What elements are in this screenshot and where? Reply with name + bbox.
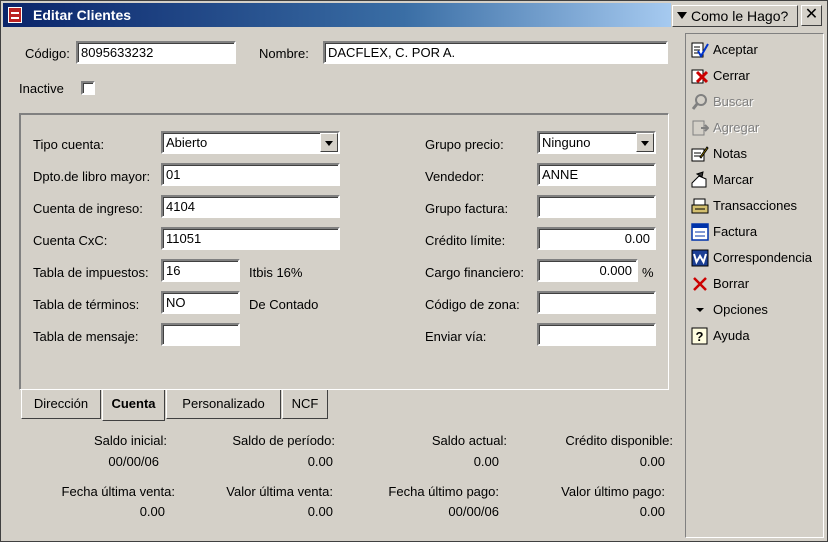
app-icon <box>8 7 22 23</box>
cuenta-cxc-field[interactable]: 11051 <box>161 227 340 250</box>
tab-direccion[interactable]: Dirección <box>21 390 101 419</box>
sidebar-item-label: Opciones <box>713 302 768 317</box>
cuenta-ingreso-field[interactable]: 4104 <box>161 195 340 218</box>
close-window-button[interactable]: ✕ <box>801 5 822 26</box>
tipo-cuenta-select[interactable]: Abierto <box>161 131 340 154</box>
cargo-financiero-label: Cargo financiero: <box>425 265 524 280</box>
delete-icon <box>693 277 707 291</box>
saldo-inicial-label: Saldo inicial: <box>94 433 167 448</box>
saldo-actual-value: 0.00 <box>473 454 499 469</box>
sidebar-item-label: Marcar <box>713 172 754 187</box>
sidebar-item-label: Factura <box>713 224 758 239</box>
sidebar-item-label: Agregar <box>713 120 760 135</box>
enviar-via-label: Enviar vía: <box>425 329 487 344</box>
inactive-checkbox[interactable] <box>81 81 95 95</box>
add-icon <box>692 120 709 136</box>
codigo-zona-label: Código de zona: <box>425 297 520 312</box>
sidebar-item-label: Borrar <box>713 276 750 291</box>
sidebar-item-label: Correspondencia <box>713 250 813 265</box>
cargo-financiero-field[interactable]: 0.000 <box>537 259 638 282</box>
credito-limite-field[interactable]: 0.00 <box>537 227 656 250</box>
tabla-mensaje-field[interactable] <box>161 323 240 346</box>
enviar-via-field[interactable] <box>537 323 656 346</box>
tabla-impuestos-desc: Itbis 16% <box>249 265 303 280</box>
transactions-icon <box>691 198 709 214</box>
grupo-precio-label: Grupo precio: <box>425 137 504 152</box>
sidebar-item-label: Ayuda <box>713 328 750 343</box>
chevron-down-icon[interactable] <box>636 133 654 152</box>
credito-disponible-label: Crédito disponible: <box>565 433 673 448</box>
invoice-icon <box>691 223 709 241</box>
mark-icon <box>691 171 707 188</box>
editar-clientes-window: Editar Clientes Como le Hago? ✕ Código: … <box>0 0 828 542</box>
search-icon <box>691 94 707 110</box>
vendedor-label: Vendedor: <box>425 169 485 184</box>
how-to-button[interactable]: Como le Hago? <box>672 5 798 27</box>
tab-cuenta[interactable]: Cuenta <box>102 390 165 421</box>
tabla-terminos-field[interactable]: NO <box>161 291 240 314</box>
cuenta-cxc-label: Cuenta CxC: <box>33 233 108 248</box>
codigo-zona-field[interactable] <box>537 291 656 314</box>
cargo-financiero-unit: % <box>642 265 654 280</box>
word-icon <box>691 249 709 267</box>
tabla-terminos-desc: De Contado <box>249 297 319 312</box>
dpto-field[interactable]: 01 <box>161 163 340 186</box>
fecha-ultima-venta-value: 0.00 <box>139 504 165 519</box>
sidebar-item-label: Cerrar <box>713 68 750 83</box>
inactive-label: Inactive <box>19 81 64 96</box>
nombre-field[interactable]: DACFLEX, C. POR A. <box>323 41 668 64</box>
valor-ultimo-pago-label: Valor último pago: <box>561 484 665 499</box>
window-title: Editar Clientes <box>33 7 132 23</box>
nombre-label: Nombre: <box>259 46 309 61</box>
valor-ultima-venta-value: 0.00 <box>307 504 333 519</box>
dropdown-arrow-icon <box>677 12 687 19</box>
notes-icon <box>691 146 709 162</box>
credito-disponible-value: 0.00 <box>639 454 665 469</box>
tab-personalizado[interactable]: Personalizado <box>166 390 281 419</box>
saldo-actual-label: Saldo actual: <box>431 433 507 448</box>
tabla-impuestos-label: Tabla de impuestos: <box>33 265 149 280</box>
codigo-field[interactable]: 8095633232 <box>76 41 236 64</box>
sidebar-item-label: Transacciones <box>713 198 798 213</box>
tipo-cuenta-value: Abierto <box>166 135 208 150</box>
codigo-label: Código: <box>25 46 70 61</box>
svg-text:?: ? <box>696 329 704 344</box>
grupo-factura-label: Grupo factura: <box>425 201 509 216</box>
tabla-terminos-label: Tabla de términos: <box>33 297 140 312</box>
checklist-icon <box>691 42 709 58</box>
close-x-icon <box>691 69 709 84</box>
cuenta-ingreso-label: Cuenta de ingreso: <box>33 201 143 216</box>
fecha-ultimo-pago-label: Fecha último pago: <box>388 484 499 499</box>
tabla-mensaje-label: Tabla de mensaje: <box>33 329 139 344</box>
saldo-inicial-value: 00/00/06 <box>108 454 159 469</box>
grupo-precio-value: Ninguno <box>542 135 591 150</box>
sidebar-item-label: Notas <box>713 146 747 161</box>
grupo-factura-field[interactable] <box>537 195 656 218</box>
how-to-label: Como le Hago? <box>691 8 789 24</box>
valor-ultimo-pago-value: 0.00 <box>639 504 665 519</box>
tipo-cuenta-label: Tipo cuenta: <box>33 137 105 152</box>
sidebar-item-label: Aceptar <box>713 42 758 57</box>
dropdown-arrow-icon <box>696 308 704 312</box>
valor-ultima-venta-label: Valor última venta: <box>226 484 333 499</box>
credito-limite-label: Crédito límite: <box>425 233 506 248</box>
vendedor-field[interactable]: ANNE <box>537 163 656 186</box>
fecha-ultimo-pago-value: 00/00/06 <box>448 504 499 519</box>
tab-ncf[interactable]: NCF <box>282 390 328 419</box>
tabla-impuestos-field[interactable]: 16 <box>161 259 240 282</box>
sidebar-item-label: Buscar <box>713 94 754 109</box>
saldo-periodo-label: Saldo de período: <box>232 433 335 448</box>
help-icon: ? <box>691 327 708 345</box>
saldo-periodo-value: 0.00 <box>307 454 333 469</box>
grupo-precio-select[interactable]: Ninguno <box>537 131 656 154</box>
title-bar: Editar Clientes <box>3 3 671 27</box>
cuenta-panel <box>19 113 669 390</box>
fecha-ultima-venta-label: Fecha última venta: <box>61 484 175 499</box>
chevron-down-icon[interactable] <box>320 133 338 152</box>
dpto-label: Dpto.de libro mayor: <box>33 169 151 184</box>
